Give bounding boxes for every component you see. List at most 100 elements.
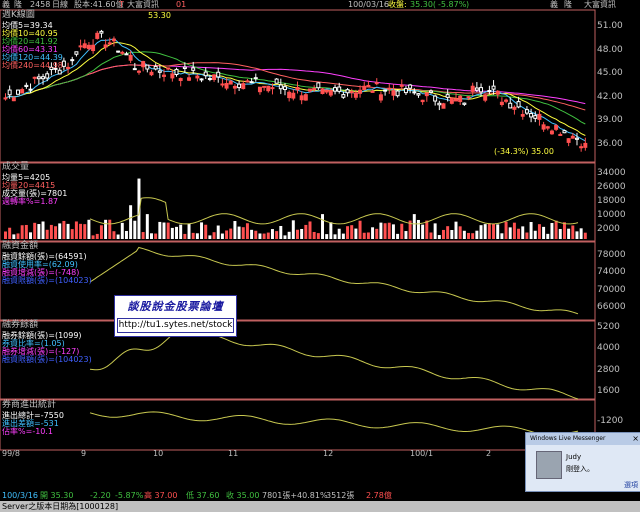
volume-bar [237,226,241,239]
volume-panel-title: 成交量 [2,162,30,172]
y-tick-label: 45.00 [597,68,623,79]
y-tick-label: 74000 [597,267,626,278]
volume-bar [583,232,587,239]
candle-body [466,96,471,99]
volume-bar [287,231,291,239]
volume-bar [450,230,454,239]
legend-label: 均價240 [2,61,34,70]
volume-bar [533,230,537,239]
options-link[interactable]: 選項 [624,480,638,490]
indicator-line [89,197,579,225]
candle-body [241,83,246,90]
candle-body [533,115,538,119]
y-tick-label: 4000 [597,343,620,354]
candle-body [395,90,400,97]
candle-body [341,94,346,98]
legend-value: =44.98 [33,61,63,70]
legend-item: 均價240=44.98 [2,61,63,70]
candle-body [378,94,383,101]
volume-bar [304,224,308,239]
avatar[interactable] [536,451,562,479]
volume-bar [41,221,45,239]
contact-name[interactable]: Judy [566,453,581,461]
volume-bar [500,233,504,239]
legend-item: 融資限額(張)=(104023) [2,355,92,364]
candle-body [403,88,408,94]
candle-body [399,84,404,87]
volume-bar [66,223,70,239]
y-tick-label: 18000 [597,196,626,206]
candle-body [499,101,504,106]
candle-body [282,86,287,90]
candle-body [358,89,363,94]
volume-bar [99,225,103,239]
status-high: 高 37.00 [144,491,178,500]
legend-value: =1.87 [33,197,59,206]
volume-bar [312,231,316,239]
volume-bar [375,228,379,239]
candle-body [278,84,283,90]
volume-bar [233,221,237,239]
y-tick-label: 26000 [597,182,626,192]
volume-bar [366,232,370,239]
volume-bar [396,233,400,239]
candle-body [145,64,150,70]
volume-bar [283,235,287,239]
legend-value: =(104023) [48,355,92,364]
close-icon[interactable]: × [632,434,639,444]
candle-body [566,138,571,143]
volume-bar [446,226,450,239]
candle-body [328,90,333,96]
contact-status: 剛登入。 [566,465,594,473]
volume-bar [49,224,53,239]
moving-averages [5,38,586,142]
volume-bar [458,226,462,239]
forum-watermark[interactable]: 談股說金股票論壇 http://tu1.sytes.net/stock [114,295,237,337]
moving-average-line [5,38,586,142]
volume-bar [54,226,58,239]
volume-bar [154,233,158,239]
x-tick-label: 11 [228,449,239,458]
candle-body [66,66,71,70]
candle-body [383,89,388,92]
candle-body [82,43,87,49]
volume-bar [183,233,187,239]
messenger-notification[interactable]: Windows Live Messenger × Judy 剛登入。 選項 [525,432,640,492]
watermark-url[interactable]: http://tu1.sytes.net/stock [117,318,234,333]
volume-bar [487,223,491,239]
status-low: 低 37.60 [186,491,220,500]
candle-body [41,76,46,80]
volume-bar [379,222,383,239]
volume-bar [433,223,437,239]
volume-bar [124,230,128,239]
candle-body [199,78,204,81]
volume-bar [45,229,49,239]
stock-chart[interactable] [0,0,640,490]
volume-bar [208,235,212,239]
y-tick-label: 51.00 [597,21,623,31]
volume-bar [521,226,525,239]
candle-body [166,67,171,70]
y-tick-label: 2000 [597,224,620,234]
volume-bar [12,234,16,239]
bottom-status-bar: Server之版本日期為[1000128] [0,501,640,512]
candle-body [128,54,133,61]
y-tick-label: 48.00 [597,44,623,55]
volume-bar [216,225,220,239]
candle-body [141,61,146,68]
legend-label: 融資限額(張) [2,355,49,364]
candle-body [245,80,250,83]
volume-bar [229,228,233,239]
candle-body [253,77,258,80]
volume-bar [483,224,487,239]
volume-bar [37,224,41,239]
candle-body [512,106,517,110]
volume-bar [166,222,170,239]
volume-bar [508,227,512,239]
volume-bar [567,228,571,239]
candle-body [132,68,137,71]
volume-bar [162,222,166,239]
volume-bar [554,220,558,239]
candle-body [99,30,104,34]
candle-body [408,84,413,89]
